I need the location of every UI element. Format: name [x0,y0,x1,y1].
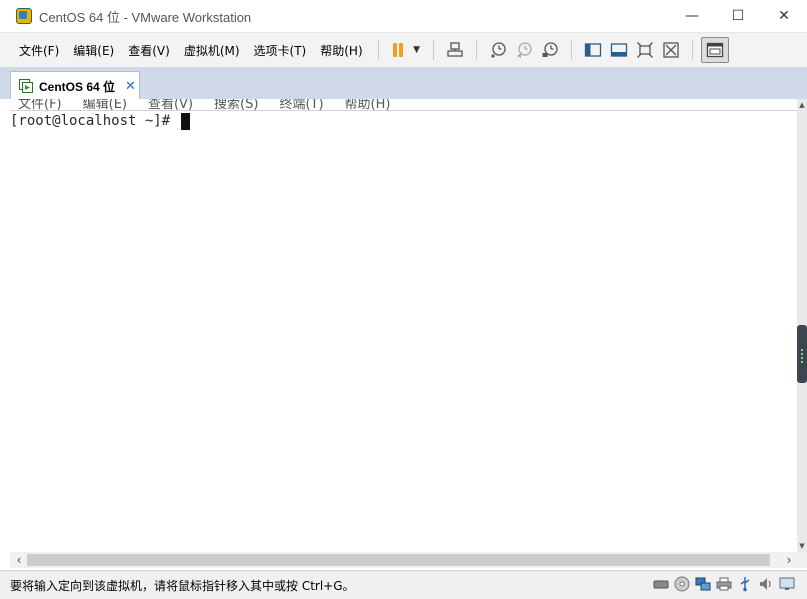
scroll-up-icon[interactable]: ▲ [797,99,807,111]
fullscreen-icon [636,42,653,58]
minimize-button[interactable]: — [669,0,715,32]
cd-dvd-icon[interactable] [674,576,690,592]
guest-menu-help[interactable]: 帮助(H) [345,99,391,112]
menu-tabs[interactable]: 选项卡(T) [247,42,314,59]
menu-help[interactable]: 帮助(H) [313,42,369,59]
title-bar[interactable]: CentOS 64 位 - VMware Workstation — ☐ ✕ [0,0,807,32]
close-button[interactable]: ✕ [761,0,807,32]
status-bar: 要将输入定向到该虚拟机，请将鼠标指针移入其中或按 Ctrl+G。 [0,570,807,599]
guest-display[interactable]: 文件(F) 编辑(E) 查看(V) 搜索(S) 终端(T) 帮助(H) [roo… [10,99,797,552]
scroll-down-icon[interactable]: ▼ [797,540,807,552]
menu-edit[interactable]: 编辑(E) [66,42,121,59]
snapshot-manager-icon [542,42,558,57]
guest-menu-view[interactable]: 查看(V) [148,99,193,112]
thumbnail-bar-icon [610,43,627,57]
hard-disk-icon[interactable] [653,576,669,592]
unity-button[interactable] [658,38,684,62]
tab-close-icon[interactable]: ✕ [125,79,136,94]
status-message: 要将输入定向到该虚拟机，请将鼠标指针移入其中或按 Ctrl+G。 [10,578,355,593]
guest-menu-file[interactable]: 文件(F) [18,99,62,112]
maximize-button[interactable]: ☐ [715,0,761,32]
snapshot-take-button[interactable] [485,38,511,62]
unity-icon [662,42,679,58]
display-icon[interactable] [779,576,795,592]
shell-prompt: [root@localhost ~]# [10,113,179,129]
vmware-window: CentOS 64 位 - VMware Workstation — ☐ ✕ 文… [0,0,807,599]
guest-menu-search[interactable]: 搜索(S) [214,99,258,112]
snapshot-take-icon [490,42,506,58]
power-dropdown-button[interactable]: ▼ [409,38,425,62]
printer-icon[interactable] [716,576,732,592]
text-cursor [180,112,190,130]
vertical-scrollbar[interactable]: ▲ ▼ [797,99,807,552]
tab-label: CentOS 64 位 [39,79,116,94]
show-library-button[interactable] [580,38,606,62]
network-icon[interactable] [695,576,711,592]
scroll-left-icon[interactable]: ‹ [12,552,26,568]
chevron-down-icon: ▼ [413,45,421,55]
tab-strip: CentOS 64 位 ✕ [0,67,807,100]
scroll-thumb[interactable] [797,325,807,383]
horizontal-scroll-thumb[interactable] [27,554,770,566]
virtual-machine-icon [19,79,33,93]
guest-menu-terminal[interactable]: 终端(T) [279,99,323,112]
menu-file[interactable]: 文件(F) [12,42,66,59]
menu-bar: 文件(F) 编辑(E) 查看(V) 虚拟机(M) 选项卡(T) 帮助(H) ▼ [0,32,807,68]
window-title: CentOS 64 位 - VMware Workstation [39,9,252,25]
menu-view[interactable]: 查看(V) [121,42,177,59]
menu-vm[interactable]: 虚拟机(M) [177,42,247,59]
pause-icon [392,43,404,57]
console-view-icon [706,42,723,58]
pause-button[interactable] [387,38,409,62]
thumbnail-bar-button[interactable] [606,38,632,62]
toolbar-separator [377,40,379,60]
snapshot-revert-icon [516,42,532,58]
device-icons [648,576,795,592]
tab-centos-64[interactable]: CentOS 64 位 ✕ [10,71,140,100]
snapshot-manager-button[interactable] [537,38,563,62]
horizontal-scrollbar[interactable]: ‹ › [10,552,807,568]
fullscreen-button[interactable] [632,38,658,62]
vmware-app-icon [16,8,32,24]
scroll-right-icon[interactable]: › [782,552,796,568]
snapshot-revert-button[interactable] [511,38,537,62]
show-library-icon [584,43,601,57]
send-ctrl-alt-del-icon [446,42,463,57]
guest-menu-edit[interactable]: 编辑(E) [83,99,127,112]
sound-icon[interactable] [758,576,774,592]
terminal-prompt-line[interactable]: [root@localhost ~]# [10,111,190,131]
send-ctrl-alt-del-button[interactable] [442,38,468,62]
guest-terminal-menubar: 文件(F) 编辑(E) 查看(V) 搜索(S) 终端(T) 帮助(H) [10,99,797,112]
usb-icon[interactable] [737,576,753,592]
console-view-button[interactable] [700,37,729,63]
